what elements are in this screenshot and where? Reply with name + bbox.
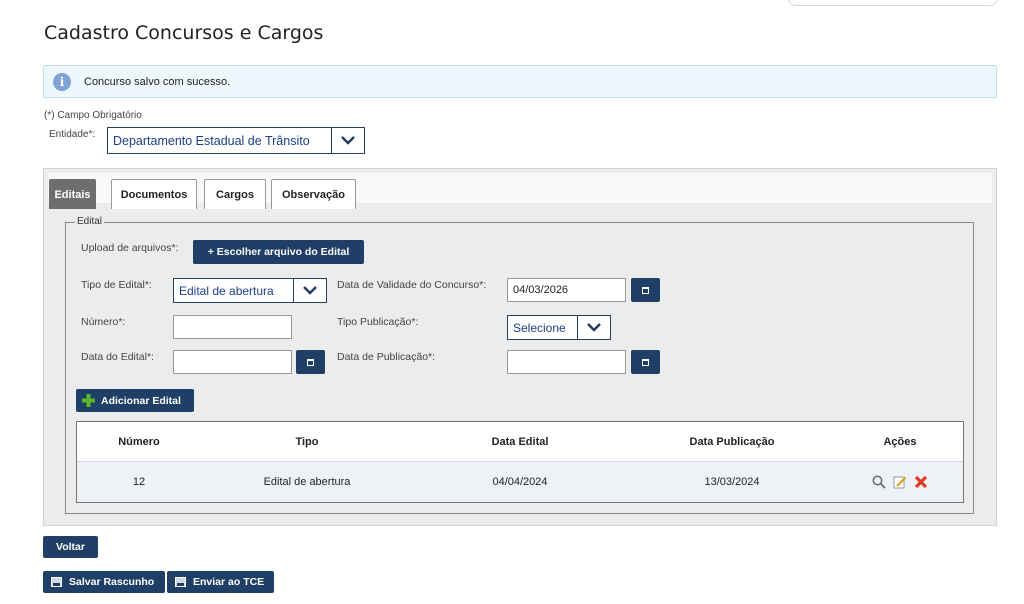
entidade-label: Entidade*: [49,129,96,140]
salvar-rascunho-label: Salvar Rascunho [69,576,155,588]
calendar-icon [642,358,649,366]
tipo-edital-select[interactable]: Edital de abertura [173,278,327,303]
calendar-icon [642,286,649,294]
save-icon [175,577,186,587]
data-publicacao-input[interactable] [507,350,626,374]
tipo-edital-value: Edital de abertura [179,283,274,298]
data-edital-label: Data do Edital*: [81,351,154,363]
tab-editais[interactable]: Editais [49,179,96,209]
data-publicacao-label: Data de Publicação*: [337,351,436,363]
edit-icon[interactable] [893,475,907,489]
numero-label: Número*: [81,316,126,328]
top-search-box[interactable] [788,0,998,6]
tipo-publicacao-label: Tipo Publicação*: [337,316,419,328]
voltar-button[interactable]: Voltar [43,536,98,558]
tab-documentos[interactable]: Documentos [111,179,197,209]
row-actions [837,475,963,489]
table-header: Número Tipo Data Edital Data Publicação … [77,422,963,462]
col-numero: Número [118,435,160,448]
validade-calendar-button[interactable] [631,278,660,302]
save-icon [51,577,62,587]
table-row: 12 Edital de abertura 04/04/2024 13/03/2… [77,462,963,502]
tab-observacao[interactable]: Observação [271,179,356,209]
chevron-down-icon[interactable] [577,316,610,339]
delete-icon[interactable] [914,475,928,489]
entidade-value: Departamento Estadual de Trânsito [113,133,310,148]
tipo-publicacao-select[interactable]: Selecione [507,315,611,340]
enviar-tce-button[interactable]: Enviar ao TCE [167,571,274,593]
adicionar-edital-label: Adicionar Edital [101,394,181,407]
tipo-edital-label: Tipo de Edital*: [81,279,152,291]
chevron-down-icon[interactable] [331,128,364,153]
page-title: Cadastro Concursos e Cargos [44,22,324,44]
info-icon: i [53,72,71,91]
validade-input[interactable]: 04/03/2026 [507,278,626,302]
data-publicacao-calendar-button[interactable] [631,350,660,374]
plus-icon [82,394,95,407]
salvar-rascunho-button[interactable]: Salvar Rascunho [43,571,165,593]
tipo-publicacao-value: Selecione [513,320,566,335]
enviar-tce-label: Enviar ao TCE [193,576,265,588]
calendar-icon [307,358,314,366]
required-note: (*) Campo Obrigatório [44,110,142,121]
data-edital-input[interactable] [173,350,292,374]
search-icon[interactable] [872,475,886,489]
col-data-publicacao: Data Publicação [689,435,775,448]
adicionar-edital-button[interactable]: Adicionar Edital [76,389,194,412]
row-data-edital: 04/04/2024 [492,476,548,488]
col-data-edital: Data Edital [491,435,549,448]
data-edital-calendar-button[interactable] [296,350,325,374]
chevron-down-icon[interactable] [293,279,326,302]
numero-input[interactable] [173,315,292,339]
upload-edital-button[interactable]: + Escolher arquivo do Edital [193,240,364,264]
row-numero: 12 [132,476,146,488]
editais-table: Número Tipo Data Edital Data Publicação … [76,421,964,503]
validade-label: Data de Validade do Concurso*: [337,279,487,291]
edital-fieldset: Edital Upload de arquivos*: + Escolher a… [65,215,974,514]
success-alert: i Concurso salvo com sucesso. [43,65,997,98]
row-tipo: Edital de abertura [263,476,351,488]
col-acoes: Ações [883,435,917,448]
tabs-bar: Editais Documentos Cargos Observação [48,173,992,209]
concurso-panel: Editais Documentos Cargos Observação Edi… [43,168,997,526]
entidade-select[interactable]: Departamento Estadual de Trânsito [107,127,365,154]
tab-cargos[interactable]: Cargos [204,179,266,209]
upload-label: Upload de arquivos*: [81,242,179,254]
alert-message: Concurso salvo com sucesso. [84,75,231,88]
col-tipo: Tipo [295,435,319,448]
edital-legend: Edital [75,215,105,229]
row-data-publicacao: 13/03/2024 [704,476,760,488]
